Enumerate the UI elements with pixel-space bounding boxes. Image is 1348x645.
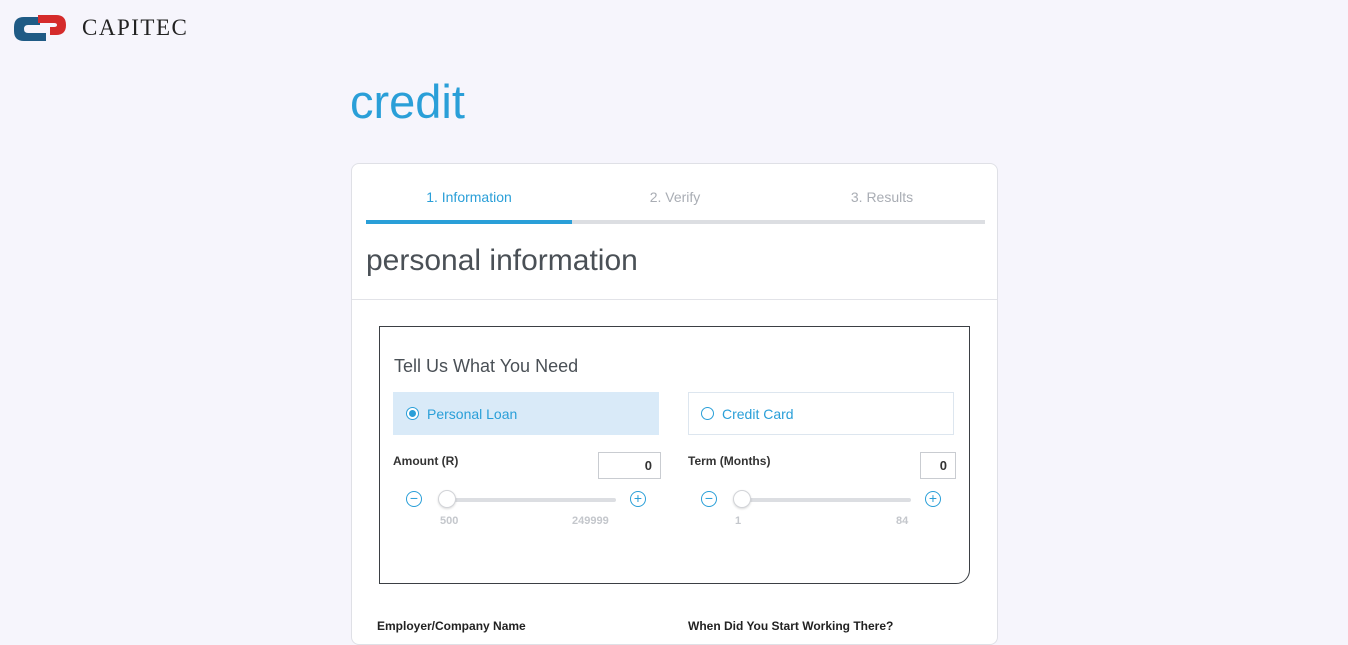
personal-loan-option[interactable]: Personal Loan (393, 392, 659, 435)
minus-circle-icon[interactable]: − (701, 491, 717, 507)
credit-card-option[interactable]: Credit Card (688, 392, 954, 435)
term-slider-track[interactable] (734, 498, 911, 502)
step-verify[interactable]: 2. Verify (572, 189, 778, 205)
credit-card-label: Credit Card (722, 405, 794, 422)
divider (352, 299, 997, 300)
amount-slider-handle[interactable] (438, 490, 456, 508)
term-max: 84 (896, 515, 909, 527)
brand-name: CAPITEC (82, 15, 189, 40)
capitec-logo[interactable]: CAPITEC (12, 13, 188, 43)
section-title: personal information (366, 244, 638, 277)
term-slider[interactable]: − + (701, 490, 945, 510)
amount-slider[interactable]: − + (406, 490, 650, 510)
minus-circle-icon[interactable]: − (406, 491, 422, 507)
amount-max: 249999 (572, 515, 609, 527)
start-date-label: When Did You Start Working There? (688, 619, 894, 633)
term-min: 1 (735, 515, 742, 527)
radio-selected-icon[interactable] (406, 407, 419, 420)
step-information[interactable]: 1. Information (366, 189, 572, 205)
plus-circle-icon[interactable]: + (630, 491, 646, 507)
step-progress-fill (366, 220, 572, 224)
amount-min: 500 (440, 515, 459, 527)
term-slider-handle[interactable] (733, 490, 751, 508)
page-title: credit (350, 75, 465, 128)
term-input[interactable] (920, 452, 956, 479)
step-results[interactable]: 3. Results (779, 189, 985, 205)
amount-label: Amount (R) (393, 454, 459, 468)
amount-slider-track[interactable] (439, 498, 616, 502)
credit-form-card: 1. Information 2. Verify 3. Results pers… (351, 163, 998, 645)
step-progress-track (366, 220, 985, 224)
capitec-logo-icon (14, 15, 66, 41)
radio-empty-icon[interactable] (701, 407, 714, 420)
term-label: Term (Months) (688, 454, 771, 468)
amount-input[interactable] (598, 452, 661, 479)
need-title: Tell Us What You Need (394, 356, 579, 376)
plus-circle-icon[interactable]: + (925, 491, 941, 507)
tell-us-what-you-need-panel: Tell Us What You Need Personal Loan Cred… (379, 326, 970, 584)
progress-steps: 1. Information 2. Verify 3. Results (366, 164, 985, 224)
employer-label: Employer/Company Name (377, 619, 526, 633)
personal-loan-label: Personal Loan (427, 405, 518, 422)
